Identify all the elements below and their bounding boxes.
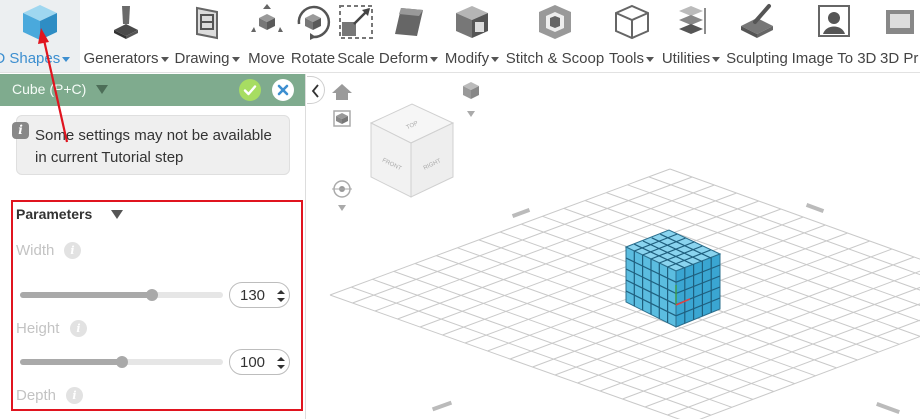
scale-icon <box>339 5 373 39</box>
parameters-title: Parameters <box>16 206 93 222</box>
spinner-icon[interactable] <box>276 356 286 370</box>
width-input[interactable]: 130 <box>229 282 290 308</box>
orbit-icon[interactable] <box>332 180 352 211</box>
info-icon: i <box>12 122 29 139</box>
properties-panel: Cube (P+C) i Some settings may not be av… <box>0 74 306 419</box>
chevron-down-icon <box>712 56 721 62</box>
chevron-down-icon <box>646 56 655 62</box>
width-label: Width <box>16 242 55 259</box>
view-cube[interactable]: TOP FRONT RIGHT <box>369 103 455 198</box>
viewport-scene: TOP FRONT RIGHT <box>329 82 920 419</box>
main-toolbar: 3D Shapes Generators Drawing Move <box>0 0 920 73</box>
toolbar-drawing[interactable]: Drawing <box>171 0 243 72</box>
check-icon <box>243 85 257 96</box>
move-icon <box>250 4 283 32</box>
deform-icon <box>394 8 423 36</box>
width-slider[interactable] <box>20 289 223 301</box>
panel-header: Cube (P+C) <box>0 74 305 106</box>
image-to-3d-icon <box>818 5 850 37</box>
cube-icon <box>23 5 57 40</box>
height-value: 100 <box>240 354 266 371</box>
sculpting-icon <box>741 4 773 38</box>
toolbar-modify[interactable]: Modify <box>441 0 503 72</box>
panel-title: Cube (P+C) <box>12 81 87 97</box>
toolbar-sculpting-label: Sculpting <box>726 50 788 67</box>
toolbar-tools[interactable]: Tools <box>606 0 657 72</box>
toolbar-deform-label: Deform <box>378 50 429 67</box>
collapse-caret-icon[interactable] <box>96 85 108 94</box>
toolbar-utilities[interactable]: Utilities <box>658 0 724 72</box>
toolbar-utilities-label: Utilities <box>661 50 711 67</box>
toolbar-3d-print[interactable]: 3D Pr <box>878 0 920 72</box>
chevron-left-icon <box>311 84 319 98</box>
width-value: 130 <box>240 287 266 304</box>
height-slider[interactable] <box>20 356 223 368</box>
chevron-down-icon <box>160 56 169 62</box>
height-info-icon[interactable]: i <box>70 320 87 337</box>
depth-info-icon[interactable]: i <box>66 387 83 404</box>
generator-icon <box>114 6 138 39</box>
toolbar-drawing-label: Drawing <box>174 50 230 67</box>
toolbar-3d-shapes[interactable]: 3D Shapes <box>0 0 80 72</box>
toolbar-rotate[interactable]: Rotate <box>290 0 336 72</box>
width-info-icon[interactable]: i <box>64 242 81 259</box>
toolbar-deform[interactable]: Deform <box>376 0 441 72</box>
view-orientation-icon[interactable] <box>463 82 479 117</box>
cube-model[interactable] <box>624 229 722 328</box>
spinner-icon[interactable] <box>276 289 286 303</box>
toolbar-3d-print-label: 3D Pr <box>880 50 919 67</box>
toolbar-rotate-label: Rotate <box>290 50 336 67</box>
toolbar-sculpting[interactable]: Sculpting <box>724 0 790 72</box>
toolbar-stitch-scoop-label: Stitch & Scoop <box>505 50 605 67</box>
chevron-down-icon <box>231 56 240 62</box>
3d-viewport[interactable]: TOP FRONT RIGHT <box>307 74 920 419</box>
tutorial-notice: i Some settings may not be available in … <box>12 115 290 175</box>
toolbar-scale-label: Scale <box>337 50 375 67</box>
depth-label: Depth <box>16 387 57 404</box>
stitch-scoop-icon <box>539 5 571 39</box>
parameters-caret-icon[interactable] <box>111 210 123 219</box>
toolbar-stitch-scoop[interactable]: Stitch & Scoop <box>503 0 607 72</box>
width-slider-thumb[interactable] <box>145 289 158 301</box>
toolbar-move-label: Move <box>248 50 285 67</box>
chevron-down-icon <box>430 56 439 62</box>
collapse-panel-button[interactable] <box>307 76 325 104</box>
home-icon[interactable] <box>332 84 352 100</box>
toolbar-image-to-3d[interactable]: Image To 3D <box>790 0 878 72</box>
height-input[interactable]: 100 <box>229 349 290 375</box>
rotate-icon <box>297 5 331 40</box>
drawing-icon <box>196 6 218 40</box>
confirm-button[interactable] <box>239 79 261 101</box>
toolbar-3d-shapes-label: 3D Shapes <box>0 50 61 67</box>
toolbar-move[interactable]: Move <box>243 0 290 72</box>
floor-grid <box>329 168 920 419</box>
toolbar-tools-label: Tools <box>608 50 645 67</box>
height-label: Height <box>16 320 60 337</box>
toolbar-scale[interactable]: Scale <box>336 0 376 72</box>
toolbar-modify-label: Modify <box>444 50 490 67</box>
chevron-down-icon <box>491 56 500 62</box>
cancel-button[interactable] <box>272 79 294 101</box>
toolbar-image-to-3d-label: Image To 3D <box>791 50 877 67</box>
toolbar-generators[interactable]: Generators <box>81 0 171 72</box>
notice-text: Some settings may not be available in cu… <box>35 127 272 166</box>
close-icon <box>277 84 289 96</box>
fit-view-icon[interactable] <box>333 110 351 127</box>
modify-icon <box>456 6 488 38</box>
toolbar-generators-label: Generators <box>83 50 159 67</box>
utilities-icon <box>679 6 706 34</box>
height-slider-thumb[interactable] <box>115 356 128 368</box>
chevron-down-icon <box>62 56 71 62</box>
print-icon <box>886 10 914 34</box>
tools-icon <box>614 4 649 40</box>
